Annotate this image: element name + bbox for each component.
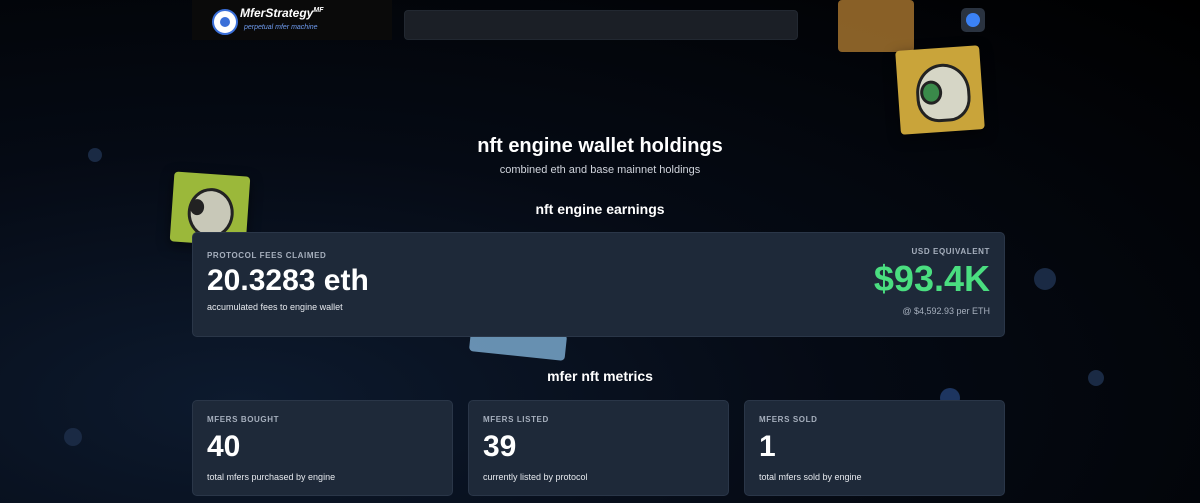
background-mfer-image [895,45,985,135]
fees-description: accumulated fees to engine wallet [207,302,343,312]
earnings-section-title: nft engine earnings [535,201,665,217]
metric-label: MFERS LISTED [483,415,549,424]
metric-description: total mfers purchased by engine [207,472,336,482]
metric-value: 1 [759,430,776,463]
top-header: MferStrategyMF perpetual mfer machine [192,0,1200,40]
fees-value: 20.3283 eth [207,264,369,297]
metric-card-listed: MFERS LISTED 39 currently listed by prot… [468,400,729,496]
page-title: nft engine wallet holdings [477,135,723,157]
metrics-section-title: mfer nft metrics [547,368,653,384]
brand-tagline: perpetual mfer machine [244,24,318,31]
logo-icon[interactable] [212,9,238,35]
background-dot [64,428,82,446]
metric-label: MFERS SOLD [759,415,818,424]
metric-label: MFERS BOUGHT [207,415,280,424]
wallet-icon [966,13,980,27]
metric-description: total mfers sold by engine [759,472,862,482]
eth-rate: @ $4,592.93 per ETH [902,306,990,316]
metric-card-sold: MFERS SOLD 1 total mfers sold by engine [744,400,1005,496]
brand-superscript: MF [313,7,324,14]
background-dot [1034,268,1056,290]
earnings-card: PROTOCOL FEES CLAIMED 20.3283 eth accumu… [192,232,1005,337]
usd-value: $93.4K [873,258,990,299]
search-bar[interactable] [404,10,798,40]
metric-value: 40 [207,430,241,463]
metric-card-bought: MFERS BOUGHT 40 total mfers purchased by… [192,400,453,496]
fees-label: PROTOCOL FEES CLAIMED [207,251,327,260]
usd-label: USD EQUIVALENT [911,247,990,256]
brand-name[interactable]: MferStrategyMF [240,6,323,20]
metric-description: currently listed by protocol [483,472,588,482]
wallet-button[interactable] [961,8,985,32]
page-subtitle: combined eth and base mainnet holdings [499,164,701,176]
metric-value: 39 [483,430,517,463]
